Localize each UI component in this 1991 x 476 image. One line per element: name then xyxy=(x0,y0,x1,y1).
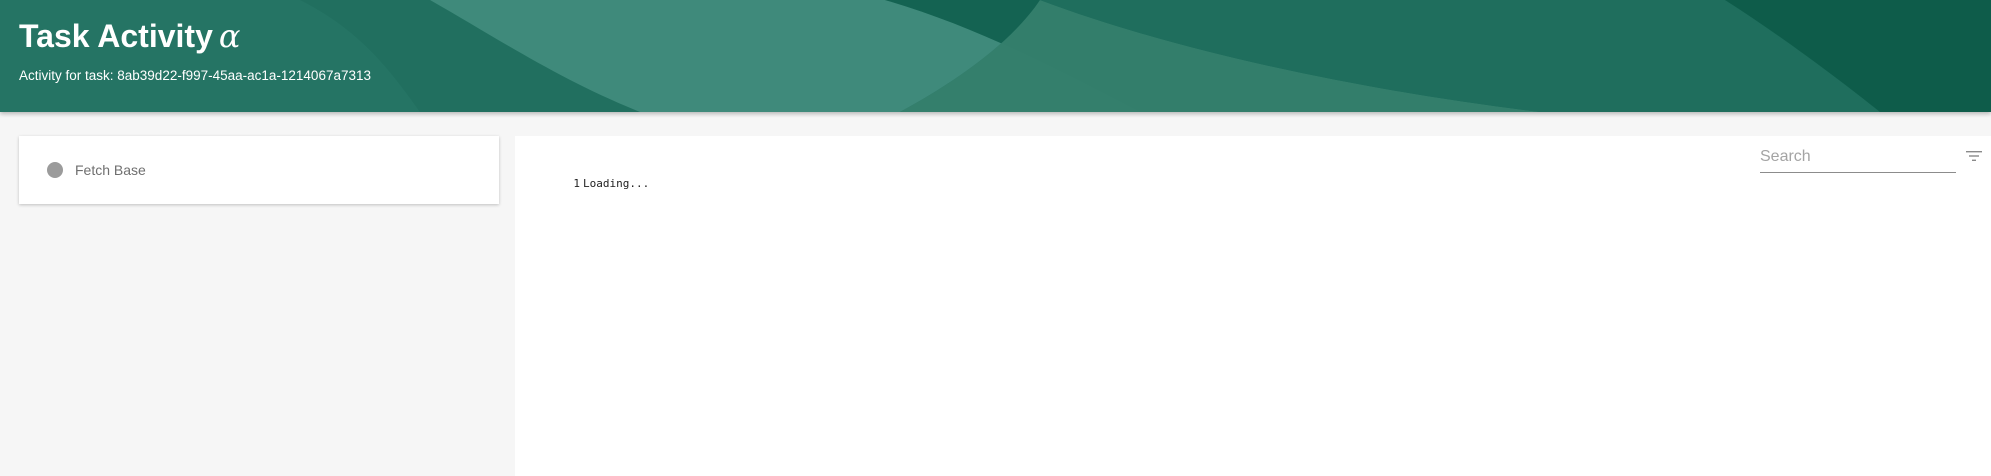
step-status-icon xyxy=(47,162,63,178)
search-input[interactable] xyxy=(1760,144,1956,170)
page-title: Task Activity α xyxy=(19,16,240,56)
page-title-text: Task Activity xyxy=(19,18,213,54)
header-background xyxy=(0,0,1991,112)
log-line: 1 Loading... xyxy=(515,176,649,192)
step-label: Fetch Base xyxy=(75,162,146,178)
log-panel: 1 Loading... xyxy=(515,136,1991,476)
task-subtitle: Activity for task: 8ab39d22-f997-45aa-ac… xyxy=(19,68,371,83)
filter-list-icon[interactable] xyxy=(1964,146,1984,166)
log-line-number: 1 xyxy=(573,177,580,190)
step-item-fetch-base[interactable]: Fetch Base xyxy=(19,136,499,204)
alpha-badge: α xyxy=(218,17,241,55)
log-line-text: Loading... xyxy=(583,177,650,190)
steps-panel: Fetch Base xyxy=(19,136,499,204)
search-field xyxy=(1760,144,1956,173)
page-header: Task Activity α Activity for task: 8ab39d… xyxy=(0,0,1991,112)
log-output: 1 Loading... xyxy=(515,176,1991,476)
